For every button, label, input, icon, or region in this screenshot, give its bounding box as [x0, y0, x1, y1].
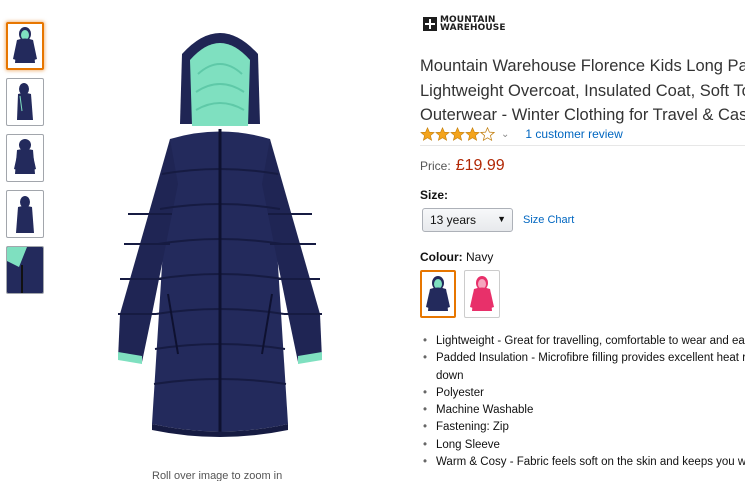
star-full-icon	[465, 127, 480, 141]
thumbnail-strip	[6, 22, 46, 302]
product-title-line: Outerwear - Winter Clothing for Travel &…	[420, 106, 745, 124]
thumbnail-front[interactable]	[6, 22, 44, 70]
product-title-line: Lightweight Overcoat, Insulated Coat, So…	[420, 81, 745, 100]
star-full-icon	[420, 127, 435, 141]
product-details: MOUNTAIN WAREHOUSE Mountain Warehouse Fl…	[420, 0, 745, 481]
product-title: Mountain Warehouse Florence Kids Long Pa…	[420, 54, 745, 128]
divider	[420, 145, 745, 146]
feature-bullets: Lightweight - Great for travelling, comf…	[420, 333, 745, 472]
list-item: Fastening: Zip	[420, 419, 745, 437]
zoom-hint: Roll over image to zoom in	[152, 470, 283, 481]
price-row: Price: £19.99	[420, 157, 505, 175]
list-item-continuation: down	[436, 369, 464, 382]
colour-swatch-navy[interactable]	[420, 270, 456, 318]
list-item: Machine Washable	[420, 402, 745, 420]
size-chart-link[interactable]: Size Chart	[523, 214, 574, 226]
price-value: £19.99	[455, 157, 505, 174]
customer-review-link[interactable]: 1 customer review	[525, 127, 622, 141]
star-rating[interactable]	[420, 127, 495, 141]
colour-swatch-pink[interactable]	[464, 270, 500, 318]
main-product-image[interactable]	[100, 14, 340, 444]
rating-row: ⌄ 1 customer review	[420, 127, 623, 141]
colour-row: Colour: Navy	[420, 250, 493, 264]
thumbnail-alt[interactable]	[6, 190, 44, 238]
dropdown-arrow-icon: ▼	[497, 214, 506, 224]
list-item: Padded Insulation - Microfibre filling p…	[420, 350, 745, 368]
list-item: Lightweight - Great for travelling, comf…	[420, 333, 745, 351]
size-label: Size:	[420, 188, 449, 202]
star-empty-icon	[480, 127, 495, 141]
star-full-icon	[450, 127, 465, 141]
star-full-icon	[435, 127, 450, 141]
brand-cross-icon	[423, 17, 437, 31]
thumbnail-side[interactable]	[6, 78, 44, 126]
list-item: Polyester	[420, 385, 745, 403]
brand-logo[interactable]: MOUNTAIN WAREHOUSE	[423, 16, 506, 33]
thumbnail-back[interactable]	[6, 134, 44, 182]
colour-value: Navy	[466, 250, 494, 264]
brand-line2: WAREHOUSE	[440, 23, 506, 33]
list-item: Long Sleeve	[420, 437, 745, 455]
thumbnail-detail[interactable]	[6, 246, 44, 294]
list-item: Warm & Cosy - Fabric feels soft on the s…	[420, 454, 745, 472]
size-dropdown[interactable]: 13 years ▼	[422, 208, 513, 232]
size-selected-value: 13 years	[430, 213, 477, 227]
price-label: Price:	[420, 159, 451, 173]
product-title-line: Mountain Warehouse Florence Kids Long Pa…	[420, 57, 745, 75]
chevron-down-icon[interactable]: ⌄	[501, 129, 509, 140]
colour-label: Colour:	[420, 250, 463, 264]
